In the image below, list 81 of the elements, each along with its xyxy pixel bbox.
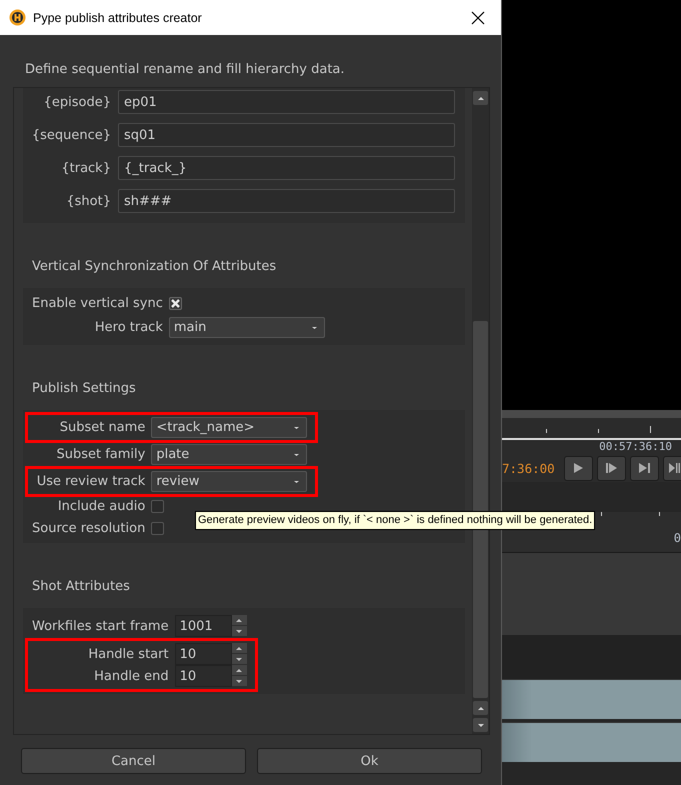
- up-arrow-icon: [235, 618, 244, 622]
- scroll-down-button[interactable]: [473, 718, 488, 732]
- current-timecode: 7:36:00: [502, 460, 555, 476]
- cancel-button[interactable]: Cancel: [21, 748, 246, 774]
- section-title: Shot Attributes: [32, 579, 131, 595]
- tooltip: Generate preview videos on fly, if `< none >` is defined nothing will be generated.: [195, 511, 596, 530]
- field-label: Workfiles start frame: [32, 618, 169, 634]
- skip-end-icon: [668, 462, 681, 474]
- down-arrow-icon: [235, 678, 244, 684]
- ruler-label: 0: [674, 531, 681, 545]
- skip-forward-icon: [638, 462, 651, 474]
- field-label: {episode}: [42, 94, 111, 110]
- ruler-tick: [659, 512, 660, 516]
- dropdown-value: plate: [156, 447, 190, 462]
- down-arrow-icon: [235, 656, 244, 662]
- field-label: Handle start: [87, 646, 169, 662]
- step-forward-icon: [604, 462, 618, 474]
- close-icon: [471, 10, 485, 24]
- dropdown[interactable]: plate: [151, 444, 308, 465]
- text-field[interactable]: ep01: [118, 90, 455, 114]
- caret-icon: [310, 326, 318, 330]
- field-label: Subset family: [55, 447, 146, 462]
- up-arrow-icon: [476, 706, 484, 710]
- dropdown-value: main: [174, 320, 208, 335]
- end-button[interactable]: [662, 456, 681, 480]
- number-field[interactable]: 10: [174, 665, 232, 687]
- dropdown[interactable]: review: [151, 471, 308, 492]
- checkbox[interactable]: [151, 522, 164, 534]
- text-field[interactable]: sh###: [118, 189, 455, 213]
- spin-down-button[interactable]: [232, 654, 247, 664]
- checkbox[interactable]: [168, 296, 182, 310]
- scroll-up-button[interactable]: [473, 91, 488, 105]
- play-icon: [572, 462, 585, 474]
- ruler-tick: [650, 426, 651, 433]
- field-label: {track}: [60, 160, 111, 176]
- dropdown[interactable]: main: [168, 317, 325, 338]
- spin-down-button[interactable]: [232, 676, 247, 686]
- caret-icon: [293, 426, 300, 430]
- spin-up-button[interactable]: [232, 615, 247, 625]
- ruler-tick: [598, 429, 599, 433]
- ok-button[interactable]: Ok: [257, 748, 482, 774]
- field-label: Source resolution: [32, 520, 146, 536]
- cross-icon: [170, 298, 181, 308]
- number-field[interactable]: 10: [174, 643, 232, 665]
- field-label: Enable vertical sync: [32, 296, 163, 310]
- field-label: {sequence}: [30, 128, 111, 142]
- text-field[interactable]: sq01: [118, 123, 455, 147]
- caret-icon: [293, 480, 300, 484]
- dropdown-value: review: [156, 474, 200, 489]
- play-button[interactable]: [564, 456, 593, 480]
- number-field[interactable]: 1001: [174, 615, 232, 637]
- checkbox[interactable]: [151, 500, 164, 512]
- up-arrow-icon: [235, 646, 244, 650]
- ruler-tick: [546, 429, 547, 433]
- field-label: Subset name: [58, 420, 146, 435]
- spin-up-button[interactable]: [232, 643, 247, 653]
- up-arrow-icon: [476, 96, 484, 100]
- ruler-tick: [601, 512, 602, 516]
- next-frame-button[interactable]: [630, 456, 659, 480]
- scroll-up-button[interactable]: [473, 701, 488, 715]
- step-forward-button[interactable]: [596, 456, 626, 480]
- field-label: {shot}: [65, 194, 111, 208]
- down-arrow-icon: [235, 628, 244, 634]
- caret-icon: [293, 452, 300, 456]
- up-arrow-icon: [235, 668, 244, 672]
- description-text: Define sequential rename and fill hierarchy data.: [25, 62, 346, 79]
- field-label: Use review track: [36, 474, 146, 489]
- down-arrow-icon: [476, 722, 484, 728]
- field-label: Hero track: [94, 320, 163, 335]
- window-title: Pype publish attributes creator: [33, 10, 203, 24]
- section-title: Publish Settings: [32, 381, 137, 397]
- section-title: Vertical Synchronization Of Attributes: [32, 259, 278, 275]
- spin-up-button[interactable]: [232, 665, 247, 675]
- timecode-text: 00:57:36:10: [599, 440, 672, 454]
- app-icon: [9, 9, 26, 26]
- dropdown-value: <track_name>: [156, 420, 256, 435]
- field-label: Include audio: [56, 498, 146, 514]
- text-field[interactable]: {_track_}: [118, 156, 455, 180]
- dropdown[interactable]: <track_name>: [151, 417, 308, 438]
- field-label: Handle end: [93, 668, 169, 684]
- spin-down-button[interactable]: [232, 626, 247, 636]
